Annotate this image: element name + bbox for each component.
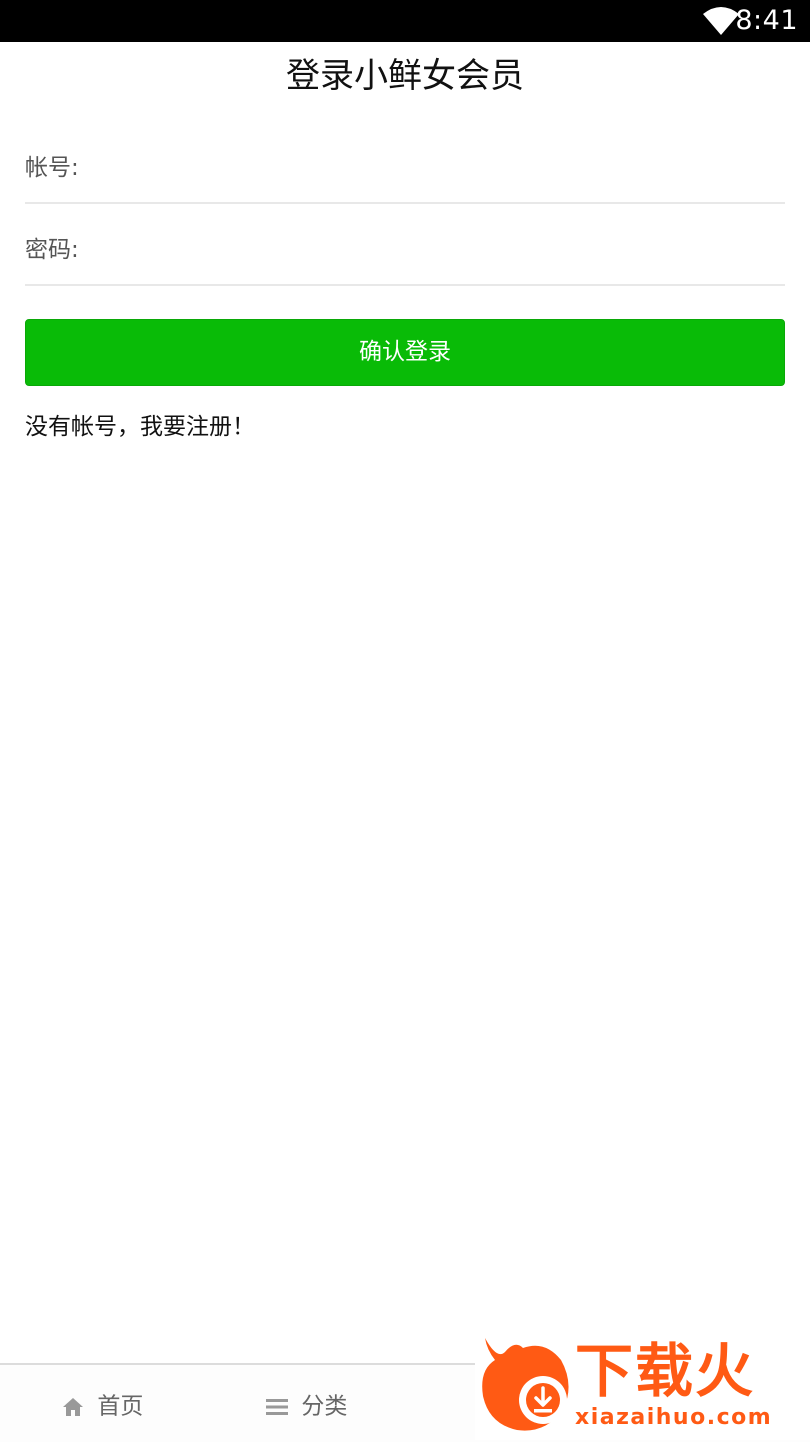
login-button[interactable]: 确认登录 — [25, 319, 785, 386]
watermark-brand: 下载火 — [575, 1337, 756, 1405]
watermark-domain: xiazaihuo.com — [575, 1405, 773, 1430]
wifi-icon — [703, 7, 739, 35]
account-field: 帐号: — [25, 120, 785, 204]
menu-icon — [266, 1398, 288, 1415]
password-input[interactable] — [95, 220, 779, 278]
password-label: 密码: — [25, 237, 79, 263]
account-label: 帐号: — [25, 155, 79, 181]
status-time: 8:41 — [735, 5, 798, 36]
nav-label-home: 首页 — [97, 1393, 144, 1420]
register-link[interactable]: 没有帐号，我要注册！ — [25, 410, 255, 444]
watermark: 下载火 xiazaihuo.com — [475, 1330, 810, 1440]
password-field: 密码: — [25, 202, 785, 286]
nav-label-category: 分类 — [301, 1393, 348, 1420]
nav-item-home[interactable]: 首页 — [62, 1389, 143, 1424]
flame-download-logo — [482, 1338, 569, 1431]
nav-item-category[interactable]: 分类 — [266, 1389, 347, 1424]
page-title: 登录小鲜女会员 — [286, 56, 524, 96]
account-input[interactable] — [95, 138, 779, 196]
status-bar: 8:41 — [0, 0, 810, 42]
home-icon — [63, 1397, 83, 1416]
